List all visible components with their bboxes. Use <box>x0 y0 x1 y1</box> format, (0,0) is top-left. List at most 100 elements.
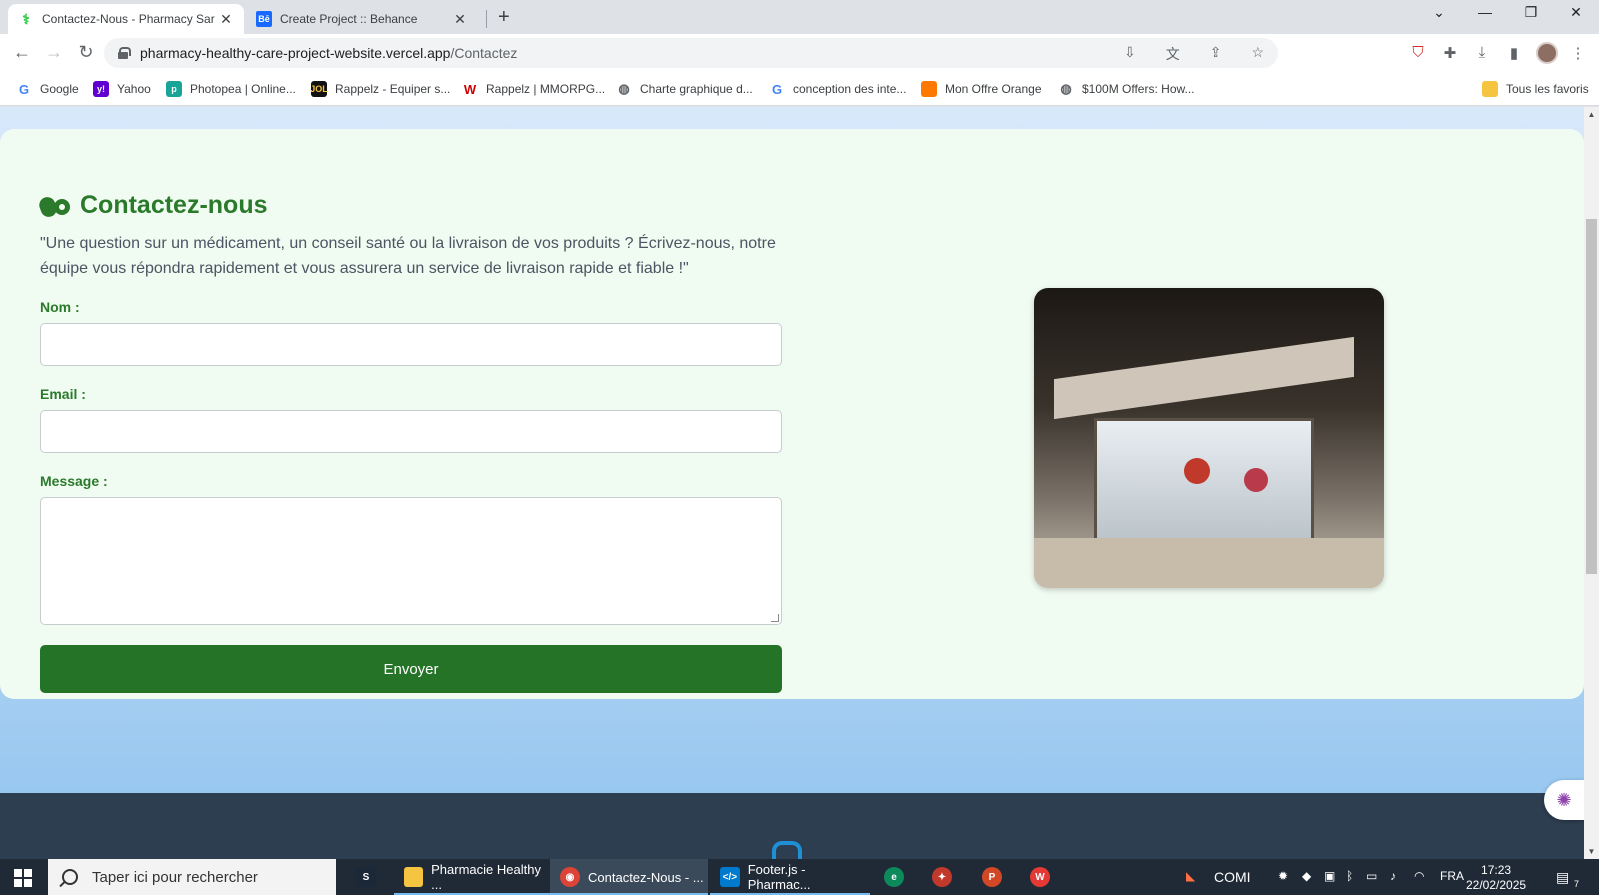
email-label: Email : <box>40 386 86 402</box>
scrollbar-thumb[interactable] <box>1586 219 1597 574</box>
pharmacy-favicon-icon: ⚕ <box>22 10 30 27</box>
google-icon: G <box>18 81 30 97</box>
comi-tray-icon[interactable]: ◣ <box>1186 869 1195 883</box>
bookmark-rappelz-mmorpg[interactable]: W Rappelz | MMORPG... <box>462 81 605 97</box>
taskbar-item-vscode[interactable]: </> Footer.js - Pharmac... <box>710 859 870 895</box>
minimize-button[interactable]: — <box>1462 4 1508 20</box>
globe-icon: ◍ <box>618 81 630 96</box>
browser-toolbar: ← → ↻ pharmacy-healthy-care-project-webs… <box>0 34 1599 72</box>
email-field[interactable] <box>40 410 782 453</box>
close-window-button[interactable]: ✕ <box>1553 4 1599 21</box>
resize-handle-icon[interactable] <box>771 614 779 622</box>
steam-icon: S <box>356 867 376 887</box>
extension-shield-icon[interactable]: ⛉ <box>1408 44 1428 61</box>
bookmark-charte-graphique[interactable]: ◍ Charte graphique d... <box>616 81 752 97</box>
url-text[interactable]: pharmacy-healthy-care-project-website.ve… <box>140 45 517 61</box>
tab-divider <box>486 10 487 28</box>
restore-button[interactable]: ❐ <box>1508 4 1554 21</box>
tray-meet-icon[interactable]: ▣ <box>1324 869 1335 883</box>
browser-tab-strip: ⚕ Contactez-Nous - Pharmacy Sar ✕ Bē Cre… <box>0 0 1599 34</box>
extensions-puzzle-icon[interactable]: ✚ <box>1440 44 1460 62</box>
taskbar-item-explorer[interactable]: Pharmacie Healthy ... <box>394 859 550 895</box>
tray-drive-icon[interactable]: ◆ <box>1302 869 1311 883</box>
footer-logo-icon <box>772 841 802 859</box>
address-bar[interactable]: pharmacy-healthy-care-project-website.ve… <box>104 38 1278 68</box>
translate-icon[interactable]: 文 <box>1166 44 1180 64</box>
folder-icon <box>1482 81 1498 97</box>
windows-taskbar: Taper ici pour rechercher S Pharmacie He… <box>0 859 1599 895</box>
close-tab-icon[interactable]: ✕ <box>452 11 468 28</box>
wps-taskbar-icon[interactable]: W <box>1020 859 1060 895</box>
forward-button[interactable]: → <box>42 42 66 63</box>
taskbar-item-chrome[interactable]: ◉ Contactez-Nous - ... <box>550 859 708 895</box>
name-field[interactable] <box>40 323 782 366</box>
page-title: Contactez-nous <box>80 191 268 219</box>
battery-icon[interactable]: ▭ <box>1366 869 1377 883</box>
side-panel-icon[interactable]: ▮ <box>1504 44 1524 62</box>
downloads-icon[interactable]: ⤓ <box>1472 44 1492 61</box>
bookmark-100m-offers[interactable]: ◍ $100M Offers: How... <box>1058 81 1194 97</box>
close-tab-icon[interactable]: ✕ <box>218 11 234 28</box>
bookmark-yahoo[interactable]: y! Yahoo <box>93 81 151 97</box>
tab-search-icon[interactable]: ⌄ <box>1416 4 1462 21</box>
install-app-icon[interactable]: ⇩ <box>1124 44 1136 64</box>
bookmark-orange[interactable]: Mon Offre Orange <box>921 81 1042 97</box>
bookmark-photopea[interactable]: p Photopea | Online... <box>166 81 296 97</box>
app-icon: ✦ <box>932 867 952 887</box>
submit-button[interactable]: Envoyer <box>40 645 782 693</box>
windows-start-icon[interactable] <box>14 869 32 887</box>
page-viewport: Contactez-nous "Une question sur un médi… <box>0 107 1584 859</box>
rappelz-icon: JOL <box>310 81 328 97</box>
behance-icon: Bē <box>256 11 272 27</box>
vertical-scrollbar[interactable]: ▲ ▼ <box>1584 107 1599 859</box>
bookmark-star-icon[interactable]: ☆ <box>1251 44 1264 64</box>
language-indicator[interactable]: FRA <box>1440 869 1464 883</box>
lock-icon[interactable] <box>118 47 131 59</box>
menu-kebab-icon[interactable]: ⋮ <box>1568 44 1588 62</box>
contact-heading: Contactez-nous <box>37 191 268 220</box>
taskbar-search-box[interactable]: Taper ici pour rechercher <box>48 859 336 895</box>
app-taskbar-icon[interactable]: ✦ <box>922 859 962 895</box>
bluetooth-icon[interactable]: ᛒ <box>1346 869 1353 883</box>
orange-icon <box>921 81 937 97</box>
powerpoint-taskbar-icon[interactable]: P <box>972 859 1012 895</box>
tab-title: Contactez-Nous - Pharmacy Sar <box>42 12 215 26</box>
back-button[interactable]: ← <box>10 42 34 63</box>
steam-taskbar-icon[interactable]: S <box>346 859 386 895</box>
contact-description: "Une question sur un médicament, un cons… <box>40 235 776 277</box>
page-footer <box>0 793 1584 859</box>
all-bookmarks-folder[interactable]: Tous les favoris <box>1482 81 1589 97</box>
tray-app-icon[interactable]: ✹ <box>1278 869 1288 883</box>
google-icon: G <box>771 81 783 97</box>
ai-assistant-button[interactable]: ✺ <box>1544 780 1584 820</box>
bookmark-conception[interactable]: G conception des inte... <box>769 81 906 97</box>
tab-contactez-nous[interactable]: ⚕ Contactez-Nous - Pharmacy Sar ✕ <box>8 4 244 34</box>
globe-icon: ◍ <box>1060 81 1072 96</box>
tab-behance[interactable]: Bē Create Project :: Behance ✕ <box>246 4 478 34</box>
bookmark-rappelz-equiper[interactable]: JOL Rappelz - Equiper s... <box>310 81 450 97</box>
bookmarks-bar: G Google y! Yahoo p Photopea | Online...… <box>0 72 1599 106</box>
name-label: Nom : <box>40 299 80 315</box>
new-tab-button[interactable]: + <box>498 6 510 29</box>
pills-icon <box>37 194 70 219</box>
wifi-icon[interactable]: ◠ <box>1414 869 1424 883</box>
comi-tray-label[interactable]: COMI <box>1214 869 1251 885</box>
folder-icon <box>404 867 424 887</box>
contact-section: Contactez-nous "Une question sur un médi… <box>0 129 1584 699</box>
message-label: Message : <box>40 473 108 489</box>
notification-count: 7 <box>1574 879 1580 889</box>
bookmark-google[interactable]: G Google <box>16 81 79 97</box>
share-icon[interactable]: ⇪ <box>1210 44 1222 64</box>
taskbar-clock[interactable]: 17:23 22/02/2025 <box>1466 863 1526 893</box>
profile-avatar[interactable] <box>1536 42 1558 64</box>
edge-taskbar-icon[interactable]: e <box>874 859 914 895</box>
wps-office-icon: W <box>1030 867 1050 887</box>
scroll-up-arrow-icon[interactable]: ▲ <box>1584 107 1599 122</box>
volume-icon[interactable]: ♪ <box>1390 869 1396 883</box>
message-textarea[interactable] <box>40 497 782 625</box>
reload-button[interactable]: ↻ <box>74 42 98 63</box>
notifications-icon[interactable]: ▤ <box>1556 869 1569 886</box>
edge-icon: e <box>884 867 904 887</box>
scroll-down-arrow-icon[interactable]: ▼ <box>1584 844 1599 859</box>
yahoo-icon: y! <box>93 81 109 97</box>
